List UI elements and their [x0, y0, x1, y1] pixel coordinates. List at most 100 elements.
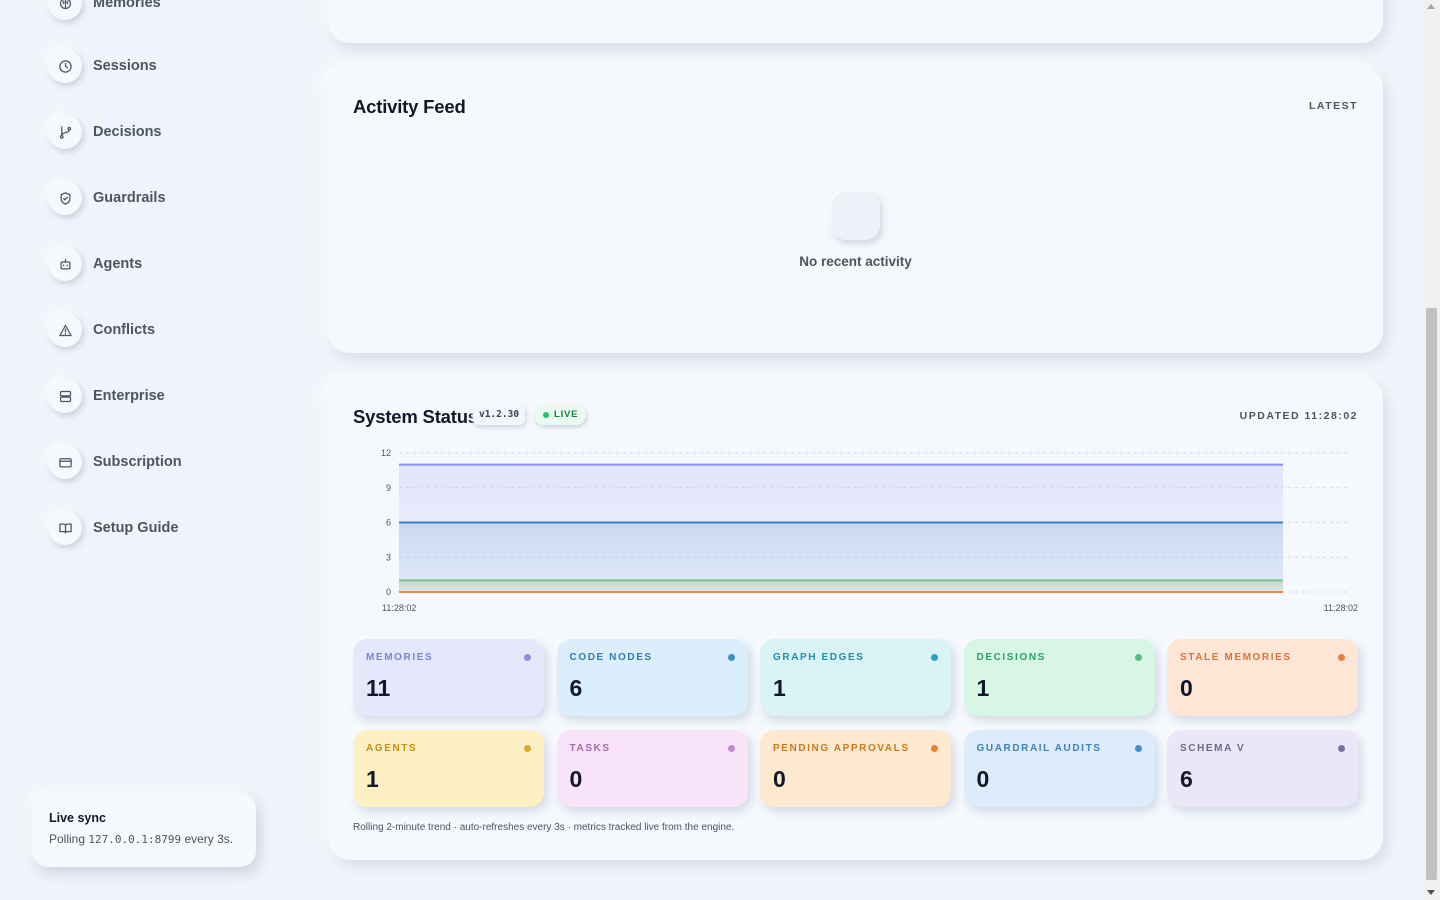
credit-card-icon: [48, 445, 82, 479]
sidebar-item-label: Agents: [93, 256, 143, 272]
top-card: [328, 0, 1383, 43]
git-branch-icon: [48, 115, 82, 149]
sidebar-item-guardrails[interactable]: Guardrails: [48, 178, 166, 218]
metrics-grid: MEMORIES 11 CODE NODES 6 GRAPH EDGES 1 DECISIO…: [353, 639, 1358, 807]
sidebar-item-decisions[interactable]: Decisions: [48, 112, 162, 152]
status-dot-icon: [727, 745, 735, 752]
metric-card-tasks: TASKS 0: [556, 730, 748, 807]
sidebar-item-label: Enterprise: [93, 388, 165, 404]
metric-card-graph-edges: GRAPH EDGES 1: [760, 639, 951, 716]
metric-label: MEMORIES: [366, 652, 434, 663]
x-tick-label: 11:28:02: [382, 603, 416, 613]
sidebar-item-setup-guide[interactable]: Setup Guide: [48, 508, 178, 548]
metric-value: 1: [773, 675, 786, 701]
sidebar-item-subscription[interactable]: Subscription: [48, 442, 182, 482]
metric-value: 1: [976, 675, 990, 701]
metric-value: 6: [569, 675, 583, 701]
live-sync-title: Live sync: [49, 811, 106, 825]
y-tick-label: 9: [386, 483, 391, 493]
status-dot-icon: [931, 654, 938, 661]
metric-card-decisions: DECISIONS 1: [963, 639, 1155, 716]
sidebar-item-label: Decisions: [93, 124, 162, 140]
live-label: LIVE: [554, 409, 579, 420]
metric-card-schema-v: SCHEMA V 6: [1167, 730, 1358, 807]
metric-label: SCHEMA V: [1180, 743, 1246, 754]
metric-label: DECISIONS: [976, 652, 1046, 663]
activity-feed-meta: LATEST: [1308, 100, 1358, 112]
sidebar-item-label: Memories: [93, 0, 161, 11]
warning-icon: [48, 313, 82, 347]
metric-label: STALE MEMORIES: [1180, 652, 1292, 663]
activity-feed-title: Activity Feed: [353, 96, 466, 117]
sidebar-item-agents[interactable]: Agents: [48, 244, 142, 284]
live-sync-host: 127.0.0.1:8799: [88, 833, 182, 846]
metric-value: 0: [569, 766, 583, 792]
metric-label: AGENTS: [366, 743, 418, 754]
sidebar: Memories Sessions Decisions Guardrails A…: [0, 0, 300, 900]
brain-icon: [48, 0, 82, 20]
status-dot-icon: [524, 745, 531, 752]
metric-value: 0: [976, 766, 990, 792]
metric-card-agents: AGENTS 1: [353, 730, 544, 807]
bot-icon: [48, 247, 82, 281]
status-dot-icon: [524, 654, 531, 661]
metric-label: CODE NODES: [569, 652, 653, 663]
updated-timestamp: UPDATED 11:28:02: [1239, 410, 1358, 422]
metric-value: 11: [366, 675, 391, 701]
sidebar-item-enterprise[interactable]: Enterprise: [48, 376, 165, 416]
status-dot-icon: [727, 654, 735, 661]
activity-feed-card: Activity Feed LATEST No recent activity: [328, 67, 1383, 353]
metric-card-guardrail-audits: GUARDRAIL AUDITS 0: [963, 730, 1155, 807]
book-open-icon: [48, 511, 82, 545]
status-dot-icon: [931, 745, 938, 752]
metric-label: GRAPH EDGES: [773, 652, 865, 663]
status-dot-icon: [1134, 654, 1142, 661]
y-tick-label: 6: [386, 518, 391, 528]
system-status-footnote: Rolling 2-minute trend · auto-refreshes …: [353, 822, 735, 833]
system-status-card: System Status v1.2.30 LIVE UPDATED 11:28…: [328, 377, 1383, 860]
empty-state-text: No recent activity: [799, 254, 912, 269]
shield-check-icon: [48, 181, 82, 215]
scrollbar-thumb[interactable]: [1426, 308, 1437, 880]
live-sync-panel: Live sync Polling 127.0.0.1:8799 every 3…: [32, 793, 256, 867]
version-badge: v1.2.30: [473, 405, 526, 425]
sidebar-item-sessions[interactable]: Sessions: [48, 46, 157, 86]
sidebar-item-label: Subscription: [93, 454, 182, 470]
status-dot-icon: [1338, 745, 1345, 752]
metric-value: 0: [1180, 675, 1193, 701]
trend-chart: 0 3 6 9 12 11:28:02 11:28:02: [381, 448, 1358, 613]
live-sync-status: Polling 127.0.0.1:8799 every 3s.: [49, 832, 239, 846]
empty-state-icon: [832, 192, 880, 240]
page-scrollbar[interactable]: [1423, 0, 1440, 900]
metric-card-stale-memories: STALE MEMORIES 0: [1167, 639, 1358, 716]
y-tick-label: 0: [386, 587, 391, 597]
metric-card-pending-approvals: PENDING APPROVALS 0: [760, 730, 951, 807]
live-sync-suffix: every 3s.: [184, 832, 234, 846]
sidebar-item-label: Conflicts: [93, 322, 156, 338]
live-dot-icon: [543, 412, 549, 418]
metric-value: 1: [366, 766, 379, 792]
server-icon: [48, 379, 82, 413]
metric-value: 6: [1180, 766, 1193, 792]
metric-label: GUARDRAIL AUDITS: [976, 743, 1102, 754]
sidebar-item-label: Sessions: [93, 58, 157, 74]
y-tick-label: 12: [381, 448, 391, 458]
clock-icon: [48, 49, 82, 83]
metric-label: PENDING APPROVALS: [773, 743, 910, 754]
live-badge: LIVE: [534, 405, 587, 425]
scroll-down-icon[interactable]: [1427, 890, 1435, 895]
scroll-up-icon[interactable]: [1427, 4, 1435, 9]
sidebar-item-conflicts[interactable]: Conflicts: [48, 310, 155, 350]
sidebar-item-label: Setup Guide: [93, 520, 179, 536]
metric-card-code-nodes: CODE NODES 6: [556, 639, 748, 716]
series-area: [399, 580, 1283, 592]
metric-card-memories: MEMORIES 11: [353, 639, 544, 716]
sidebar-item-memories[interactable]: Memories: [48, 0, 161, 23]
sidebar-item-label: Guardrails: [93, 190, 166, 206]
x-tick-label: 11:28:02: [1324, 603, 1358, 613]
system-status-title: System Status: [353, 406, 478, 427]
status-dot-icon: [1134, 745, 1142, 752]
status-dot-icon: [1338, 654, 1345, 661]
metric-label: TASKS: [569, 743, 611, 754]
live-sync-prefix: Polling: [49, 832, 86, 846]
